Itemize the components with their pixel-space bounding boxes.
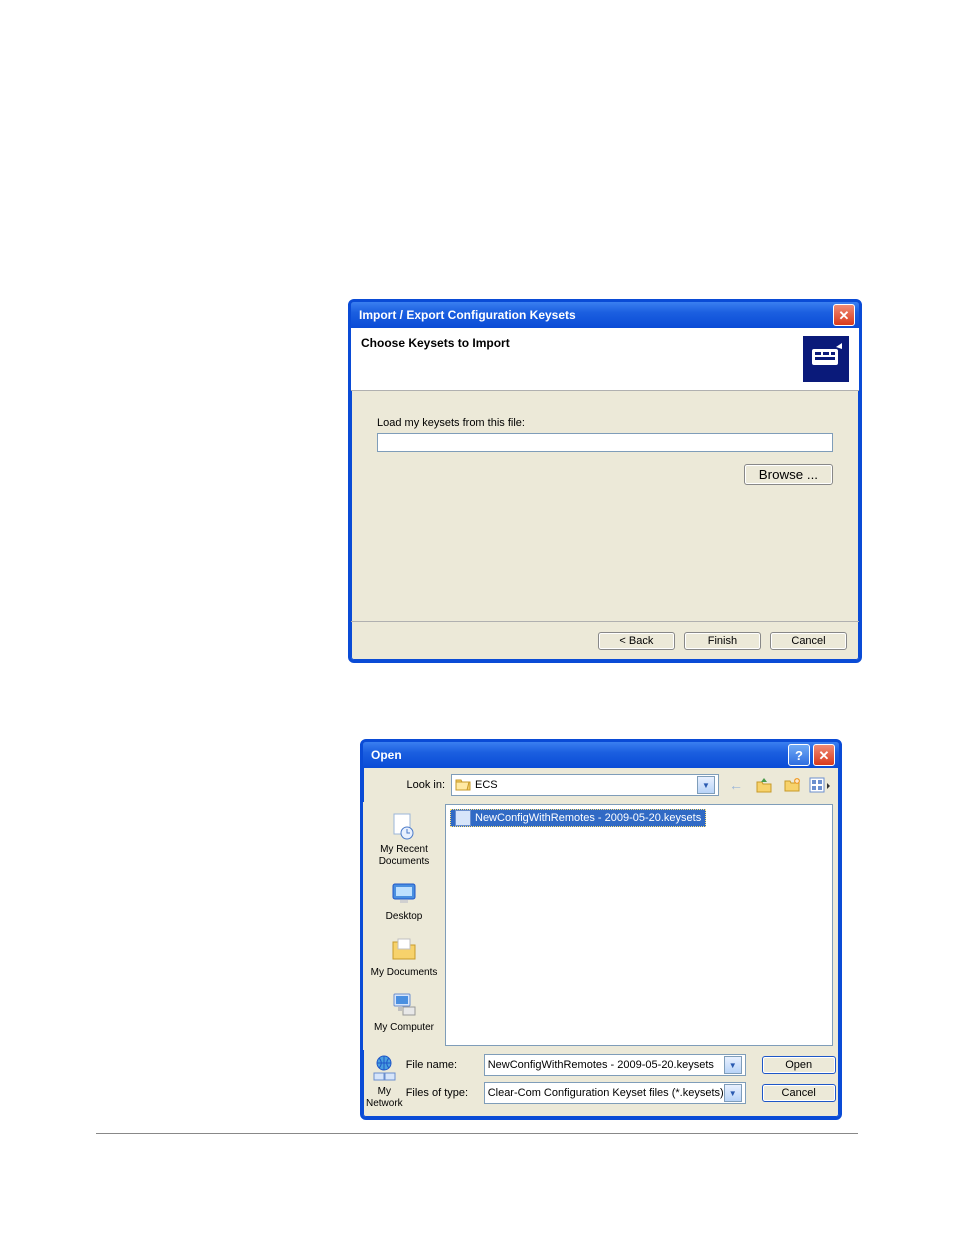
my-network-icon bbox=[368, 1052, 400, 1084]
place-label: My Recent Documents bbox=[366, 844, 442, 867]
file-type-combo[interactable]: Clear-Com Configuration Keyset files (*.… bbox=[484, 1082, 746, 1104]
load-from-file-label: Load my keysets from this file: bbox=[377, 417, 833, 429]
place-label: My Network bbox=[366, 1086, 403, 1109]
look-in-dropdown[interactable]: ECS ▼ bbox=[451, 774, 719, 796]
chevron-down-icon[interactable]: ▼ bbox=[724, 1056, 742, 1074]
look-in-value: ECS bbox=[475, 779, 498, 791]
place-recent-documents[interactable]: My Recent Documents bbox=[363, 806, 445, 871]
places-bar: My Recent Documents Desktop My Documents… bbox=[363, 802, 445, 1050]
create-new-folder-icon[interactable] bbox=[781, 774, 803, 796]
file-type-label: Files of type: bbox=[406, 1087, 476, 1099]
open-dialog-toolbar: Look in: ECS ▼ ← bbox=[363, 768, 839, 802]
dialog-button-bar: < Back Finish Cancel bbox=[351, 621, 859, 660]
file-name-combo[interactable]: NewConfigWithRemotes - 2009-05-20.keyset… bbox=[484, 1054, 746, 1076]
place-my-network[interactable]: My Network bbox=[363, 1052, 406, 1115]
import-export-dialog: Import / Export Configuration Keysets ✕ … bbox=[348, 299, 862, 663]
place-label: My Documents bbox=[371, 967, 438, 979]
file-item-label: NewConfigWithRemotes - 2009-05-20.keyset… bbox=[475, 812, 701, 824]
open-folder-icon bbox=[455, 777, 471, 794]
file-name-label: File name: bbox=[406, 1059, 476, 1071]
file-list[interactable]: NewConfigWithRemotes - 2009-05-20.keyset… bbox=[445, 804, 833, 1046]
chevron-down-icon[interactable]: ▼ bbox=[697, 776, 715, 794]
help-icon[interactable]: ? bbox=[788, 744, 810, 766]
back-button[interactable]: < Back bbox=[598, 632, 675, 650]
back-icon[interactable]: ← bbox=[725, 774, 747, 796]
place-desktop[interactable]: Desktop bbox=[383, 873, 426, 927]
views-menu-icon[interactable] bbox=[809, 774, 831, 796]
dialog-title: Import / Export Configuration Keysets bbox=[359, 308, 576, 322]
file-type-value: Clear-Com Configuration Keyset files (*.… bbox=[488, 1087, 724, 1099]
my-documents-icon bbox=[388, 933, 420, 965]
cancel-button[interactable]: Cancel bbox=[762, 1084, 836, 1102]
dialog-title: Open bbox=[371, 748, 402, 762]
open-button[interactable]: Open bbox=[762, 1056, 836, 1074]
my-computer-icon bbox=[388, 988, 420, 1020]
dialog-titlebar[interactable]: Open ? ✕ bbox=[363, 742, 839, 768]
close-icon[interactable]: ✕ bbox=[813, 744, 835, 766]
open-file-dialog: Open ? ✕ Look in: ECS ▼ ← My Recent Docu… bbox=[360, 739, 842, 1120]
close-icon[interactable]: ✕ bbox=[833, 304, 855, 326]
cancel-button[interactable]: Cancel bbox=[770, 632, 847, 650]
file-name-value: NewConfigWithRemotes - 2009-05-20.keyset… bbox=[488, 1059, 714, 1071]
look-in-label: Look in: bbox=[371, 779, 445, 791]
file-icon bbox=[455, 810, 471, 826]
place-my-documents[interactable]: My Documents bbox=[368, 929, 441, 983]
dialog-titlebar[interactable]: Import / Export Configuration Keysets ✕ bbox=[351, 302, 859, 328]
browse-button[interactable]: Browse ... bbox=[744, 464, 833, 485]
chevron-down-icon[interactable]: ▼ bbox=[724, 1084, 742, 1102]
keyset-header-icon bbox=[803, 336, 849, 382]
file-item-selected[interactable]: NewConfigWithRemotes - 2009-05-20.keyset… bbox=[450, 809, 706, 827]
footer-rule bbox=[96, 1133, 858, 1134]
place-my-computer[interactable]: My Computer bbox=[371, 984, 437, 1038]
place-label: Desktop bbox=[386, 911, 423, 923]
finish-button[interactable]: Finish bbox=[684, 632, 761, 650]
up-one-level-icon[interactable] bbox=[753, 774, 775, 796]
recent-docs-icon bbox=[388, 810, 420, 842]
place-label: My Computer bbox=[374, 1022, 434, 1034]
desktop-icon bbox=[388, 877, 420, 909]
file-path-input[interactable] bbox=[377, 433, 833, 452]
dialog-heading: Choose Keysets to Import bbox=[361, 336, 510, 350]
dialog-header: Choose Keysets to Import bbox=[351, 328, 859, 391]
